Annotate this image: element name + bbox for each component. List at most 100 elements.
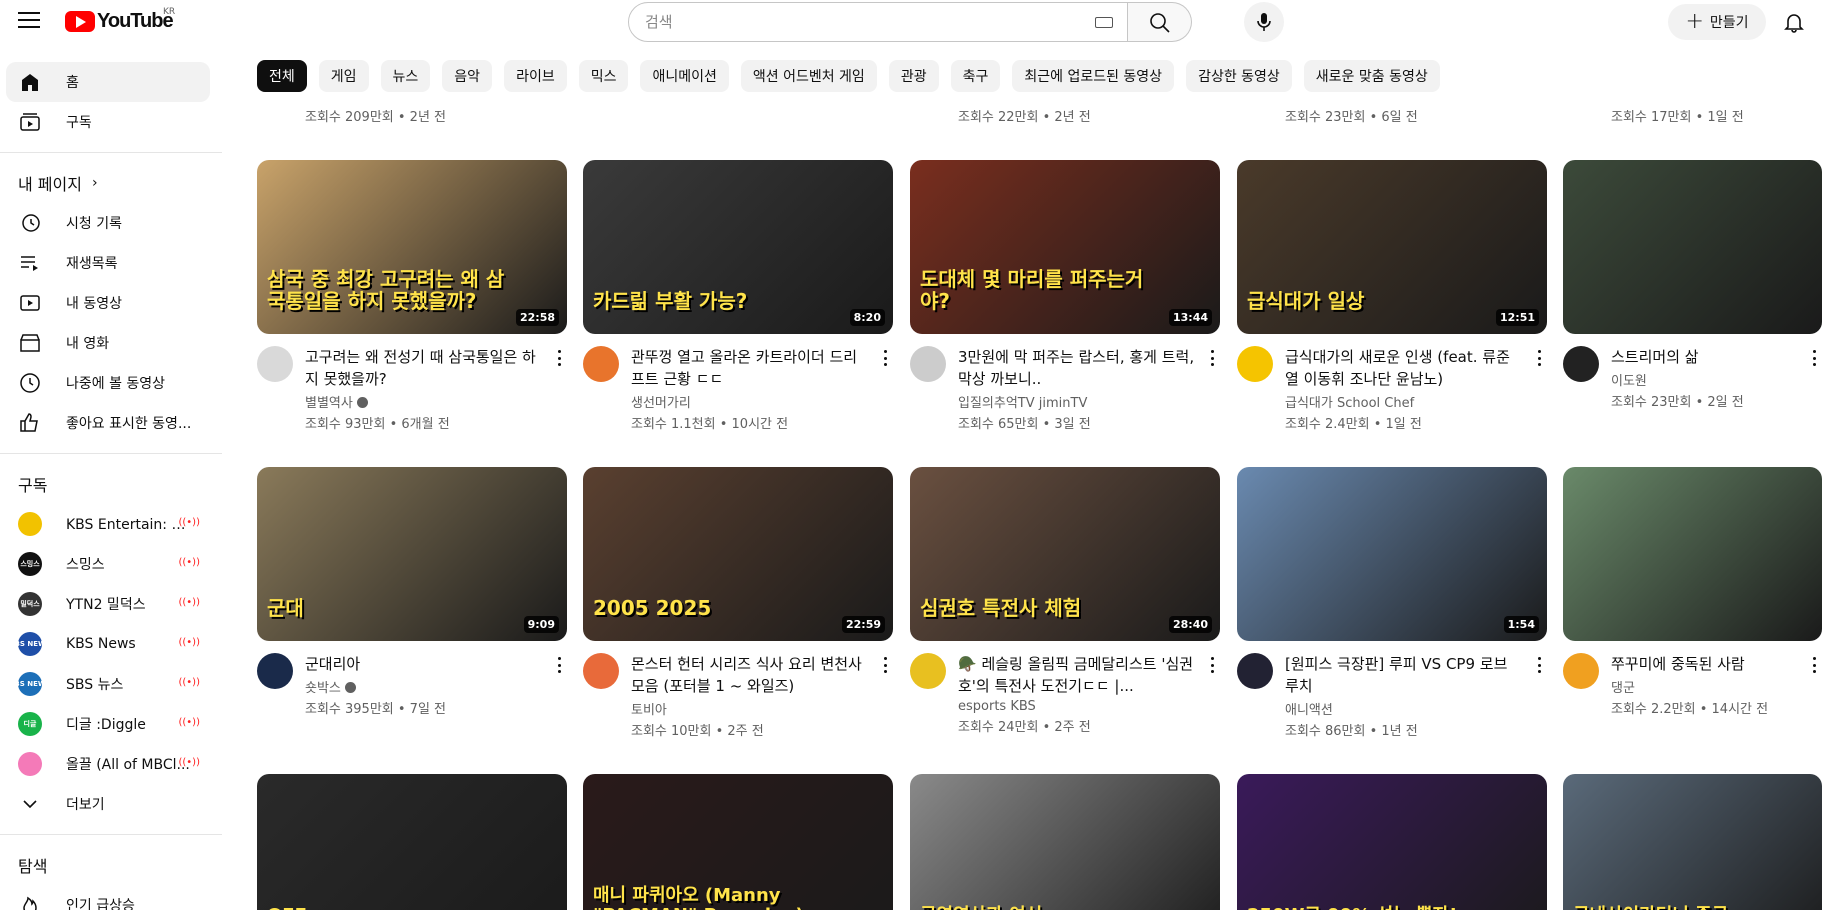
video-thumbnail[interactable]: 매니 파퀴아오 (Manny "PACMAN" Pacquiao) [583, 774, 893, 910]
video-title[interactable]: 3만원에 막 퍼주는 랍스터, 홍게 트럭, 막상 까보니.. [958, 346, 1196, 390]
sidebar-item-my-videos[interactable]: 내 동영상 [6, 283, 210, 323]
channel-name[interactable]: esports KBS [958, 699, 1196, 714]
more-actions-icon[interactable] [551, 655, 567, 675]
video-thumbnail[interactable]: 250W로 99% 성능 뽑자! [1237, 774, 1547, 910]
more-actions-icon[interactable] [551, 348, 567, 368]
channel-name[interactable]: 별별역사 [305, 392, 543, 411]
channel-avatar[interactable] [583, 346, 619, 382]
video-title[interactable]: 관뚜껑 열고 올라온 카트라이더 드리프트 근황 ㄷㄷ [631, 346, 869, 390]
video-thumbnail[interactable]: 1:54 [1237, 467, 1547, 641]
video-title[interactable]: 쭈꾸미에 중독된 사람 [1611, 653, 1798, 675]
video-thumbnail[interactable]: 국내산이라더니 중국 [1563, 774, 1822, 910]
channel-avatar[interactable] [1563, 653, 1599, 689]
video-title[interactable]: 급식대가의 새로운 인생 (feat. 류준열 이동휘 조나단 윤남노) [1285, 346, 1523, 390]
video-thumbnail[interactable] [1563, 160, 1822, 334]
sidebar-explore-heading: 탐색 [18, 857, 48, 876]
sidebar-subscription-item[interactable]: KBS NEWS KBS News ((•)) [6, 624, 210, 664]
filter-chip[interactable]: 전체 [257, 60, 307, 92]
channel-avatar[interactable] [257, 653, 293, 689]
filter-chip[interactable]: 뉴스 [380, 60, 431, 92]
video-title[interactable]: 군대리아 [305, 653, 543, 675]
filter-chip[interactable]: 애니메이션 [640, 60, 729, 92]
video-thumbnail[interactable] [1563, 467, 1822, 641]
video-title[interactable]: 🪖 레슬링 올림픽 금메달리스트 '심권호'의 특전사 도전기ㄷㄷ |... [958, 653, 1196, 697]
channel-avatar[interactable] [1563, 346, 1599, 382]
voice-search-button[interactable] [1244, 2, 1284, 42]
more-actions-icon[interactable] [1531, 655, 1547, 675]
channel-name[interactable]: 생선머가리 [631, 392, 869, 411]
filter-chip[interactable]: 액션 어드벤처 게임 [740, 60, 877, 92]
sidebar-item-playlists[interactable]: 재생목록 [6, 243, 210, 283]
sidebar-item-history[interactable]: 시청 기록 [6, 203, 210, 243]
verified-badge-icon [356, 397, 368, 408]
sidebar-subscription-item[interactable]: KBS Entertain: 깔... ((•)) [6, 504, 210, 544]
channel-avatar[interactable] [910, 346, 946, 382]
channel-avatar[interactable] [257, 346, 293, 382]
video-thumbnail[interactable]: 군대 9:09 [257, 467, 567, 641]
filter-chip[interactable]: 관광 [888, 60, 939, 92]
filter-chip[interactable]: 축구 [950, 60, 1001, 92]
video-thumbnail[interactable]: 급식대가 일상 12:51 [1237, 160, 1547, 334]
channel-name[interactable]: 입질의추억TV jiminTV [958, 392, 1196, 411]
channel-name[interactable]: 숏박스 [305, 677, 543, 696]
sidebar-item-my-movies[interactable]: 내 영화 [6, 323, 210, 363]
create-button[interactable]: + 만들기 [1668, 4, 1766, 40]
more-actions-icon[interactable] [877, 655, 893, 675]
more-actions-icon[interactable] [1204, 655, 1220, 675]
video-thumbnail[interactable]: OFF [257, 774, 567, 910]
channel-name[interactable]: 댕군 [1611, 677, 1798, 696]
channel-avatar[interactable] [583, 653, 619, 689]
sidebar-subscription-item[interactable]: 디글 디글 :Diggle ((•)) [6, 704, 210, 744]
sidebar-item-watch-later[interactable]: 나중에 볼 동영상 [6, 363, 210, 403]
channel-name[interactable]: 토비아 [631, 699, 869, 718]
video-title[interactable]: 몬스터 헌터 시리즈 식사 요리 변천사 모음 (포터블 1 ~ 와일즈) [631, 653, 869, 697]
sidebar-item-liked-videos[interactable]: 좋아요 표시한 동영... [6, 403, 210, 443]
filter-chip[interactable]: 게임 [318, 60, 369, 92]
filter-chip[interactable]: 새로운 맞춤 동영상 [1303, 60, 1440, 92]
channel-name[interactable]: 애니액션 [1285, 699, 1523, 718]
channel-name[interactable]: 급식대가 School Chef [1285, 392, 1523, 411]
more-actions-icon[interactable] [877, 348, 893, 368]
more-actions-icon[interactable] [1531, 348, 1547, 368]
more-actions-icon[interactable] [1806, 348, 1822, 368]
search-button[interactable] [1128, 2, 1192, 42]
video-thumbnail[interactable]: 도대체 몇 마리를 퍼주는거야? 13:44 [910, 160, 1220, 334]
sidebar-subscription-item[interactable]: 올끌 (All of MBCl... ((•)) [6, 744, 210, 784]
channel-name[interactable]: 이도원 [1611, 370, 1798, 389]
keyboard-icon[interactable] [1095, 17, 1113, 28]
video-thumbnail[interactable]: 공연영상과 여신 [910, 774, 1220, 910]
youtube-logo[interactable]: YouTube [65, 10, 174, 33]
video-title[interactable]: 고구려는 왜 전성기 때 삼국통일은 하지 못했을까? [305, 346, 543, 390]
channel-avatar[interactable] [1237, 653, 1273, 689]
video-thumbnail[interactable]: 카드릶 부활 가능? 8:20 [583, 160, 893, 334]
video-thumbnail[interactable]: 2005 2025 22:59 [583, 467, 893, 641]
channel-avatar[interactable] [1237, 346, 1273, 382]
menu-icon[interactable] [18, 12, 40, 30]
playlist-icon [21, 256, 38, 271]
search-input[interactable] [645, 13, 1065, 31]
filter-chip[interactable]: 음악 [442, 60, 493, 92]
video-card: 쭈꾸미에 중독된 사람 댕군 조회수 2.2만회 • 14시간 전 [1563, 467, 1822, 717]
video-title[interactable]: 스트리머의 삶 [1611, 346, 1798, 368]
verified-badge-icon [344, 682, 356, 693]
sidebar-item-home[interactable]: 홈 [6, 62, 210, 102]
filter-chip[interactable]: 최근에 업로드된 동영상 [1012, 60, 1175, 92]
more-actions-icon[interactable] [1204, 348, 1220, 368]
sidebar-my-page-heading[interactable]: 내 페이지 › [0, 163, 222, 203]
sidebar-item-subscriptions[interactable]: 구독 [6, 102, 210, 142]
video-title[interactable]: [원피스 극장판] 루피 VS CP9 로브 루치 [1285, 653, 1523, 697]
sidebar-subscription-item[interactable]: SBS NEWS SBS 뉴스 ((•)) [6, 664, 210, 704]
filter-chip[interactable]: 라이브 [504, 60, 567, 92]
more-actions-icon[interactable] [1806, 655, 1822, 675]
sidebar-item-trending[interactable]: 인기 급상승 [6, 885, 210, 910]
filter-chip[interactable]: 믹스 [578, 60, 629, 92]
sidebar-subscription-item[interactable]: 스밍스 스밍스 ((•)) [6, 544, 210, 584]
notifications-bell-icon[interactable] [1782, 10, 1806, 34]
sidebar-subscription-item[interactable]: 밀덕스 YTN2 밀덕스 ((•)) [6, 584, 210, 624]
filter-chip[interactable]: 감상한 동영상 [1186, 60, 1292, 92]
channel-avatar[interactable] [910, 653, 946, 689]
video-thumbnail[interactable]: 삼국 중 최강 고구려는 왜 삼국통일을 하지 못했을까? 22:58 [257, 160, 567, 334]
video-thumbnail[interactable]: 심권호 특전사 체험 28:40 [910, 467, 1220, 641]
sidebar-show-more[interactable]: 더보기 [6, 784, 210, 824]
clock-icon [20, 373, 40, 393]
